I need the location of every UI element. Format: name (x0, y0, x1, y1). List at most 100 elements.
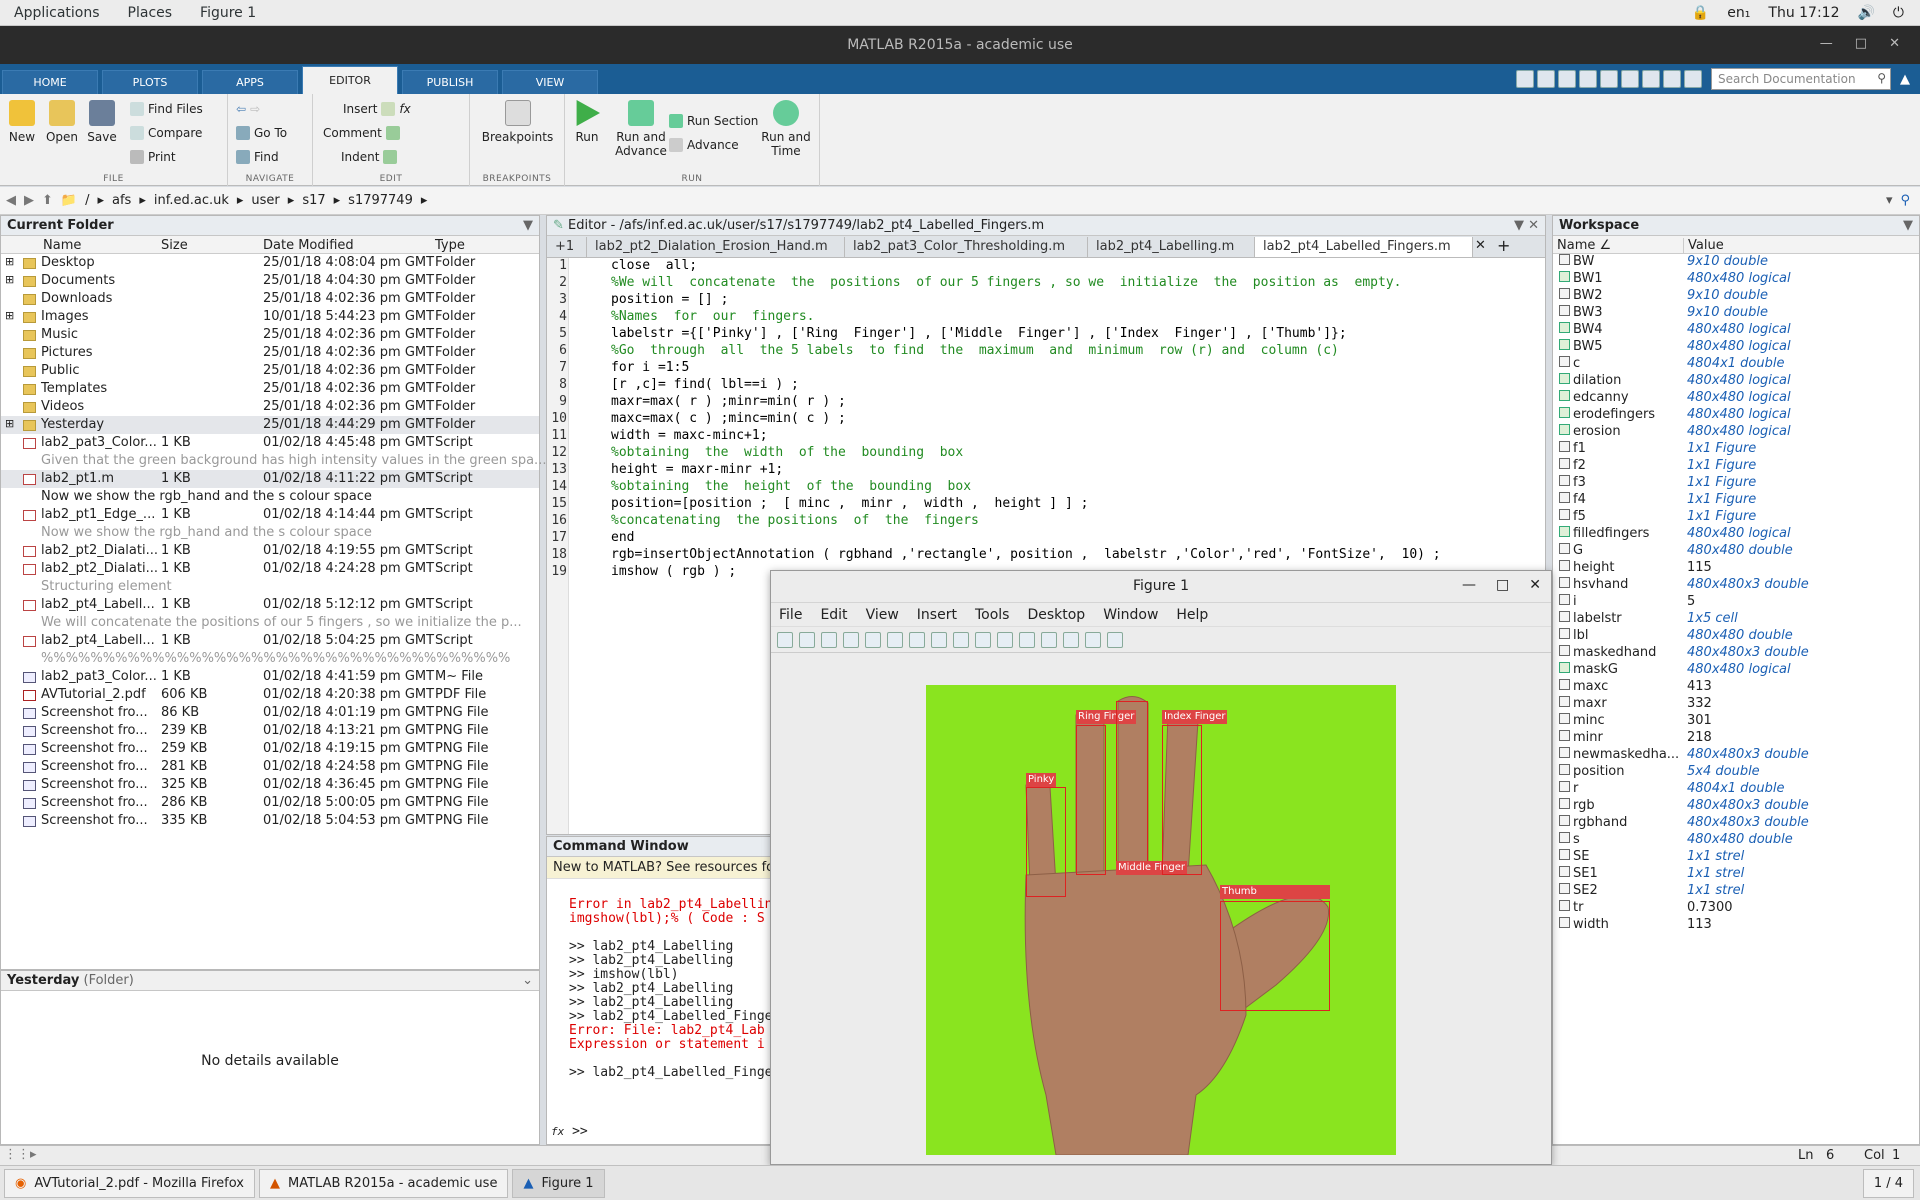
data-cursor-icon[interactable] (975, 631, 991, 648)
expand-icon[interactable]: ⊞ (5, 273, 14, 286)
back-icon[interactable]: ◀ (6, 193, 16, 208)
breadcrumb-afs[interactable]: afs (112, 193, 131, 208)
workspace-variable[interactable]: f3 1x1 Figure (1553, 475, 1919, 492)
workspace-variable[interactable]: width 113 (1553, 917, 1919, 934)
workspace-variable[interactable]: SE2 1x1 strel (1553, 883, 1919, 900)
file-description[interactable]: Now we show the rgb_hand and the s colou… (1, 488, 539, 506)
tab-close-icon[interactable]: ✕ (1475, 238, 1486, 253)
fx-icon[interactable]: fx (399, 102, 410, 116)
task-firefox[interactable]: ◉ AVTutorial_2.pdf - Mozilla Firefox (4, 1168, 255, 1198)
file-row[interactable]: AVTutorial_2.pdf 606 KB 01/02/18 4:20:38 p… (1, 686, 539, 704)
file-row[interactable]: Music 25/01/18 4:02:36 pm GMT Folder (1, 326, 539, 344)
find-button[interactable]: Find (236, 150, 279, 164)
file-row[interactable]: lab2_pt1_Edge_... 1 KB 01/02/18 4:14:44 pm… (1, 506, 539, 524)
print-button[interactable]: Print (130, 150, 176, 164)
file-row[interactable]: Templates 25/01/18 4:02:36 pm GMT Folder (1, 380, 539, 398)
search-icon[interactable]: ⚲ (1877, 71, 1886, 85)
active-app-menu[interactable]: Figure 1 (186, 5, 270, 21)
workspace-variable[interactable]: lbl 480x480 double (1553, 628, 1919, 645)
clock[interactable]: Thu 17:12 (1768, 5, 1839, 21)
tab-apps[interactable]: APPS (202, 70, 298, 94)
breadcrumb-domain[interactable]: inf.ed.ac.uk (154, 193, 229, 208)
breadcrumb-current[interactable]: s1797749 (348, 193, 413, 208)
workspace-variable[interactable]: s 480x480 double (1553, 832, 1919, 849)
rotate-icon[interactable] (953, 631, 969, 648)
workspace-variable[interactable]: c 4804x1 double (1553, 356, 1919, 373)
workspace-variable[interactable]: rgbhand 480x480x3 double (1553, 815, 1919, 832)
save-button[interactable]: Save (82, 100, 122, 144)
workspace-variable[interactable]: maskedhand 480x480x3 double (1553, 645, 1919, 662)
workspace-variable[interactable]: G 480x480 double (1553, 543, 1919, 560)
undo-icon[interactable] (1621, 70, 1639, 88)
workspace-variable[interactable]: f1 1x1 Figure (1553, 441, 1919, 458)
run-section-button[interactable]: Run Section (669, 114, 758, 128)
menu-insert[interactable]: Insert (917, 607, 957, 623)
file-description[interactable]: Now we show the rgb_hand and the s colou… (1, 524, 539, 542)
workspace-variable[interactable]: position 5x4 double (1553, 764, 1919, 781)
tab-plots[interactable]: PLOTS (102, 70, 198, 94)
tab-overflow-button[interactable]: +1 (547, 237, 587, 257)
tab-home[interactable]: HOME (2, 70, 98, 94)
file-description[interactable]: Structuring element (1, 578, 539, 596)
file-row[interactable]: Screenshot fro... 259 KB 01/02/18 4:19:15 … (1, 740, 539, 758)
workspace-variable[interactable]: rgb 480x480x3 double (1553, 798, 1919, 815)
zoom-out-icon[interactable] (909, 631, 925, 648)
back-forward-buttons[interactable]: ⇦ ⇨ (236, 102, 260, 116)
places-menu[interactable]: Places (114, 5, 187, 21)
workspace-variable[interactable]: BW2 9x10 double (1553, 288, 1919, 305)
close-button[interactable]: ✕ (1889, 36, 1900, 51)
keyboard-layout[interactable]: en₁ (1727, 5, 1750, 21)
up-folder-icon[interactable]: ⬆ (42, 193, 53, 208)
file-row[interactable]: Videos 25/01/18 4:02:36 pm GMT Folder (1, 398, 539, 416)
workspace-variable[interactable]: dilation 480x480 logical (1553, 373, 1919, 390)
applications-menu[interactable]: Applications (0, 5, 114, 21)
workspace-variable[interactable]: f2 1x1 Figure (1553, 458, 1919, 475)
workspace-variable[interactable]: f5 1x1 Figure (1553, 509, 1919, 526)
maximize-button[interactable]: □ (1855, 36, 1867, 51)
file-row[interactable]: Screenshot fro... 86 KB 01/02/18 4:01:19 p… (1, 704, 539, 722)
menu-tools[interactable]: Tools (975, 607, 1010, 623)
expand-icon[interactable]: ▲ (1900, 72, 1910, 87)
editor-menu-icon[interactable]: ▼ ✕ (1514, 218, 1539, 233)
tab-publish[interactable]: PUBLISH (402, 70, 498, 94)
workspace-variable[interactable]: filledfingers 480x480 logical (1553, 526, 1919, 543)
file-row[interactable]: Screenshot fro... 286 KB 01/02/18 5:00:05 … (1, 794, 539, 812)
forward-arrow-icon[interactable]: ⇨ (250, 102, 260, 116)
file-row[interactable]: Screenshot fro... 335 KB 01/02/18 5:04:53 … (1, 812, 539, 830)
cut-icon[interactable] (1558, 70, 1576, 88)
workspace-variable[interactable]: r 4804x1 double (1553, 781, 1919, 798)
minimize-button[interactable]: — (1820, 36, 1833, 51)
comment-button[interactable]: Comment (323, 126, 400, 140)
resize-grip-icon[interactable]: ⋮⋮▸ (4, 1147, 37, 1162)
file-row[interactable]: lab2_pat3_Color... 1 KB 01/02/18 4:45:48 p… (1, 434, 539, 452)
goto-button[interactable]: Go To (236, 126, 287, 140)
workspace-variable[interactable]: SE1 1x1 strel (1553, 866, 1919, 883)
search-documentation-input[interactable]: Search Documentation ⚲ (1711, 68, 1891, 90)
command-prompt[interactable]: fx >> (551, 1124, 588, 1139)
workspace-variable[interactable]: tr 0.7300 (1553, 900, 1919, 917)
workspace-variable[interactable]: f4 1x1 Figure (1553, 492, 1919, 509)
figure-maximize-button[interactable]: □ (1496, 577, 1509, 593)
task-figure[interactable]: ▲ Figure 1 (512, 1168, 605, 1198)
column-date[interactable]: Date Modified (263, 238, 354, 253)
column-ws-value[interactable]: Value (1683, 238, 1724, 253)
workspace-variable[interactable]: i5 (1553, 594, 1919, 611)
file-row[interactable]: ⊞ Yesterday 25/01/18 4:44:29 pm GMT Folder (1, 416, 539, 434)
column-type[interactable]: Type (435, 238, 465, 253)
menu-file[interactable]: File (779, 607, 802, 623)
figure-close-button[interactable]: ✕ (1529, 577, 1541, 593)
column-size[interactable]: Size (161, 238, 188, 253)
legend-icon[interactable] (1063, 631, 1079, 648)
workspace-variable[interactable]: minc 301 (1553, 713, 1919, 730)
address-dropdown-icon[interactable]: ▾ (1886, 193, 1893, 208)
file-row[interactable]: lab2_pt1.m 1 KB 01/02/18 4:11:22 pm GMT Scr… (1, 470, 539, 488)
pan-icon[interactable] (931, 631, 947, 648)
file-row[interactable]: ⊞ Desktop 25/01/18 4:08:04 pm GMT Folder (1, 254, 539, 272)
workspace-variable[interactable]: maxr 332 (1553, 696, 1919, 713)
file-row[interactable]: Screenshot fro... 325 KB 01/02/18 4:36:45 … (1, 776, 539, 794)
search-folder-icon[interactable]: ⚲ (1900, 193, 1910, 208)
run-and-advance-button[interactable]: Run and Advance (611, 100, 671, 158)
open-file-icon[interactable] (799, 631, 815, 648)
workspace-variable[interactable]: labelstr 1x5 cell (1553, 611, 1919, 628)
workspace-variable[interactable]: erosion 480x480 logical (1553, 424, 1919, 441)
